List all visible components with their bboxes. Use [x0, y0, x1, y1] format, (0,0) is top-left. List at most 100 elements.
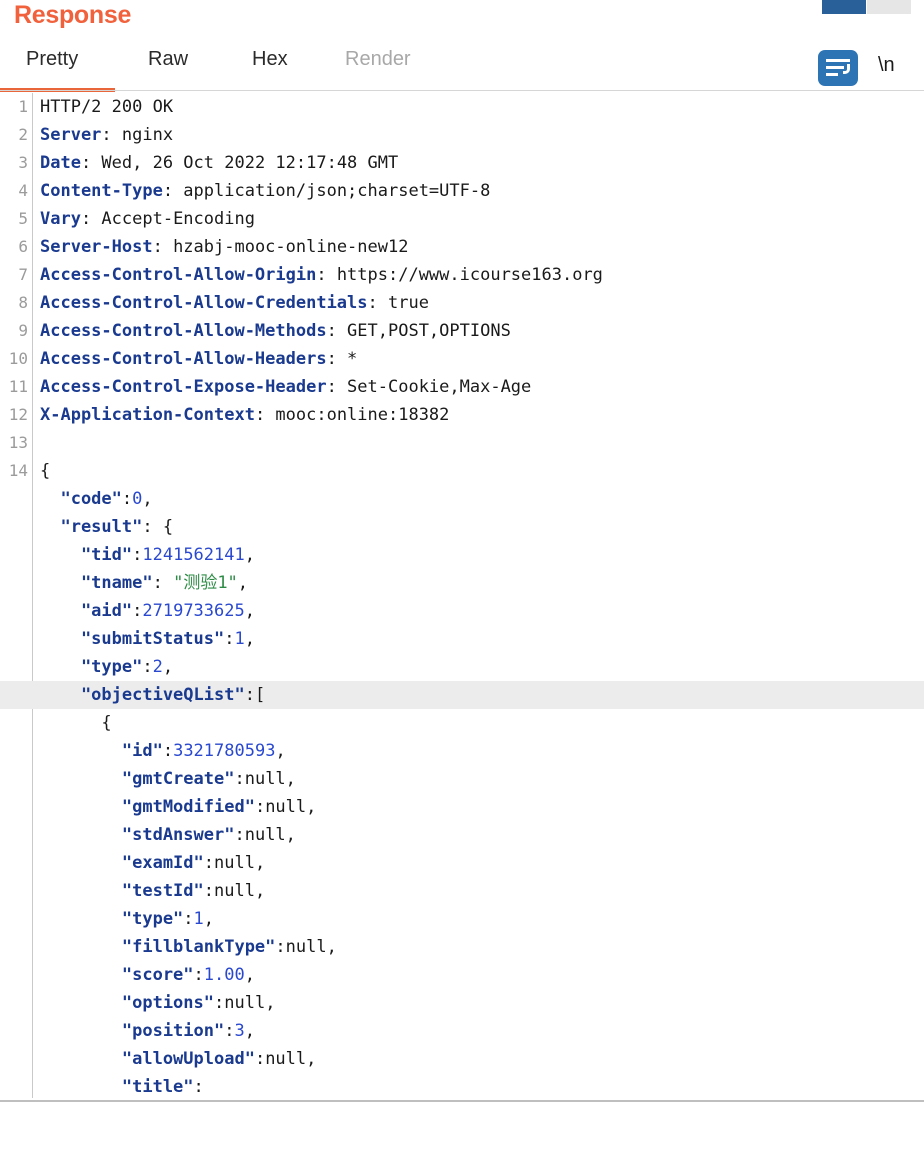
line-number: 10 — [8, 349, 28, 368]
line-text: "testId":null, — [40, 877, 265, 905]
line-number: 12 — [8, 405, 28, 424]
code-line: 12 X-Application-Context: mooc:online:183… — [0, 401, 924, 429]
code-line: 8 Access-Control-Allow-Credentials: true — [0, 289, 924, 317]
code-token: null — [214, 853, 255, 873]
code-token: "score" — [40, 965, 194, 985]
code-token: : — [224, 629, 235, 649]
code-token: "fillblankType" — [40, 937, 276, 957]
response-body-viewer[interactable]: 1 HTTP/2 200 OK 2 Server: nginx 3 Date: Wed, … — [0, 93, 924, 1098]
code-token: "examId" — [40, 853, 204, 873]
code-line: "title": — [0, 1073, 924, 1098]
restore-button[interactable] — [822, 0, 867, 14]
code-token: Access-Control-Allow-Methods — [40, 321, 327, 341]
code-token: : Accept-Encoding — [80, 209, 255, 229]
code-token: 1.00 — [203, 965, 245, 985]
line-text: { — [40, 457, 50, 485]
code-line: "objectiveQList":[ — [0, 681, 924, 709]
code-token: : — [142, 657, 153, 677]
code-token: "allowUpload" — [40, 1049, 255, 1069]
code-token: 1 — [193, 909, 204, 929]
line-text: "fillblankType":null, — [40, 933, 337, 961]
tab-raw[interactable]: Raw — [148, 48, 188, 71]
line-text: "gmtCreate":null, — [40, 765, 296, 793]
tab-pretty[interactable]: Pretty — [26, 48, 78, 71]
code-token: :[ — [244, 685, 266, 705]
code-token: : nginx — [101, 125, 174, 145]
minimize-button[interactable] — [867, 0, 912, 14]
code-token: , — [203, 909, 215, 929]
code-token: , — [244, 601, 255, 621]
line-text: "gmtModified":null, — [40, 793, 317, 821]
code-token: : — [132, 545, 143, 565]
code-token: : * — [326, 349, 358, 369]
code-token: : { — [142, 517, 174, 537]
code-token: "result" — [40, 517, 143, 537]
code-line: 10 Access-Control-Allow-Headers: * — [0, 345, 924, 373]
code-token: : — [275, 937, 286, 957]
line-text: { — [40, 709, 112, 737]
line-number: 4 — [18, 181, 28, 200]
code-token: "title" — [40, 1077, 194, 1097]
line-text: "type":1, — [40, 905, 214, 933]
code-token: : hzabj-mooc-online-new12 — [152, 237, 409, 257]
code-token: : — [121, 489, 133, 509]
code-token: null — [244, 769, 286, 789]
code-token: , — [306, 797, 317, 817]
line-text: HTTP/2 200 OK — [40, 93, 173, 121]
code-token: null — [265, 1049, 307, 1069]
code-line: "submitStatus":1, — [0, 625, 924, 653]
code-token: Access-Control-Allow-Credentials — [40, 293, 368, 313]
code-token: "position" — [40, 1021, 225, 1041]
newline-label[interactable]: \n — [878, 54, 895, 77]
page-title: Response — [14, 1, 132, 29]
line-text: "tname": "测验1", — [40, 569, 248, 597]
code-line: "examId":null, — [0, 849, 924, 877]
code-token: : Wed, 26 Oct 2022 12:17:48 GMT — [80, 153, 399, 173]
code-token: , — [162, 657, 174, 677]
code-token: : — [183, 909, 194, 929]
code-token: : — [254, 1049, 266, 1069]
code-token: 1 — [234, 629, 245, 649]
code-token: , — [285, 769, 296, 789]
tab-hex[interactable]: Hex — [252, 48, 288, 71]
line-text: "tid":1241562141, — [40, 541, 255, 569]
code-token: Access-Control-Allow-Headers — [40, 349, 327, 369]
code-token: { — [40, 713, 112, 733]
view-mode-tabs: Pretty Raw Hex Render — [0, 48, 924, 92]
code-line: 6 Server-Host: hzabj-mooc-online-new12 — [0, 233, 924, 261]
line-number: 5 — [18, 209, 28, 228]
code-line: "gmtModified":null, — [0, 793, 924, 821]
line-text: "allowUpload":null, — [40, 1045, 317, 1073]
code-token: null — [244, 825, 286, 845]
code-line: "testId":null, — [0, 877, 924, 905]
code-token: Access-Control-Expose-Header — [40, 377, 327, 397]
code-line: 3 Date: Wed, 26 Oct 2022 12:17:48 GMT — [0, 149, 924, 177]
code-token: Date — [40, 153, 81, 173]
code-line: 2 Server: nginx — [0, 121, 924, 149]
window-controls-spacer — [912, 0, 924, 14]
code-line: "score":1.00, — [0, 961, 924, 989]
line-text: Access-Control-Allow-Headers: * — [40, 345, 357, 373]
code-token: : — [234, 825, 245, 845]
code-line: 5 Vary: Accept-Encoding — [0, 205, 924, 233]
word-wrap-icon[interactable] — [818, 50, 858, 86]
code-token: "objectiveQList" — [40, 685, 245, 705]
code-token: : https://www.icourse163.org — [316, 265, 603, 285]
code-line: 9 Access-Control-Allow-Methods: GET,POST,… — [0, 317, 924, 345]
code-lines: 1 HTTP/2 200 OK 2 Server: nginx 3 Date: Wed, … — [0, 93, 924, 1098]
code-token: : Set-Cookie,Max-Age — [326, 377, 532, 397]
code-line: 14 { — [0, 457, 924, 485]
code-token: null — [265, 797, 307, 817]
code-token: 3321780593 — [173, 741, 276, 761]
code-token: : — [203, 881, 215, 901]
code-token: , — [326, 937, 337, 957]
code-token: "type" — [40, 909, 184, 929]
code-token: , — [244, 629, 255, 649]
code-token: : — [193, 965, 204, 985]
tab-render[interactable]: Render — [345, 48, 411, 71]
line-text: Date: Wed, 26 Oct 2022 12:17:48 GMT — [40, 149, 398, 177]
code-line: "options":null, — [0, 989, 924, 1017]
window-controls — [822, 0, 924, 14]
line-text: "type":2, — [40, 653, 173, 681]
code-token: "testId" — [40, 881, 204, 901]
